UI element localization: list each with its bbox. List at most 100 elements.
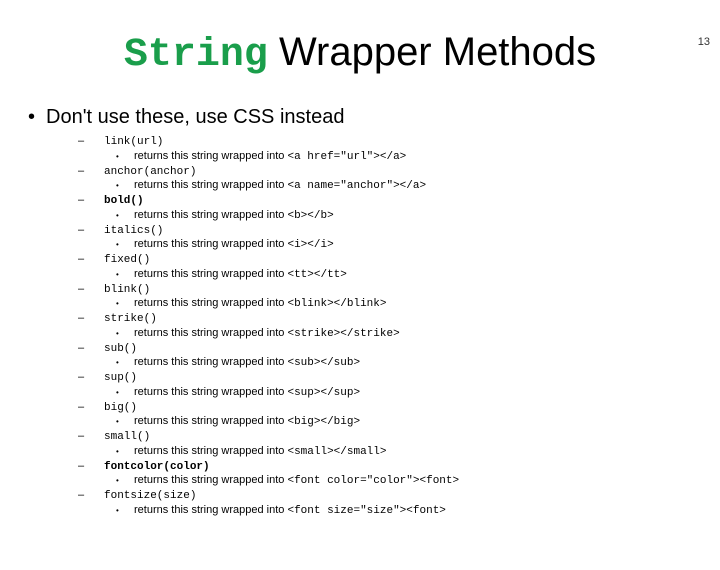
- method-name: fontcolor(color): [104, 461, 210, 475]
- method-desc-row: •returns this string wrapped into <sub><…: [116, 356, 720, 371]
- method-row: –fontcolor(color): [78, 460, 720, 475]
- method-desc-row: •returns this string wrapped into <small…: [116, 445, 720, 460]
- method-tag: <big></big>: [287, 416, 360, 428]
- method-tag: <font size="size"><font>: [287, 505, 445, 517]
- method-desc: returns this string wrapped into <sub></…: [134, 356, 360, 371]
- method-desc: returns this string wrapped into <blink>…: [134, 297, 387, 312]
- method-row: –link(url): [78, 135, 720, 150]
- bullet-level1: •Don't use these, use CSS instead: [28, 106, 720, 129]
- method-desc: returns this string wrapped into <sup></…: [134, 386, 360, 401]
- method-row: –blink(): [78, 283, 720, 298]
- bullet-dot-icon: •: [28, 106, 46, 129]
- method-desc: returns this string wrapped into <i></i>: [134, 238, 334, 253]
- dash-icon: –: [78, 401, 104, 415]
- bullet-text: Don't use these, use CSS instead: [46, 106, 344, 128]
- method-desc-row: •returns this string wrapped into <blink…: [116, 297, 720, 312]
- content-area: •Don't use these, use CSS instead –link(…: [28, 106, 720, 519]
- dash-icon: –: [78, 283, 104, 297]
- method-row: –fontsize(size): [78, 489, 720, 504]
- method-tag: <strike></strike>: [287, 328, 399, 340]
- bullet-small-icon: •: [116, 240, 134, 250]
- dash-icon: –: [78, 430, 104, 444]
- method-name: sup(): [104, 372, 137, 386]
- method-name: anchor(anchor): [104, 166, 196, 180]
- slide-title: String Wrapper Methods: [0, 30, 720, 78]
- method-tag: <sub></sub>: [287, 357, 360, 369]
- dash-icon: –: [78, 194, 104, 208]
- method-desc: returns this string wrapped into <small>…: [134, 445, 387, 460]
- bullet-small-icon: •: [116, 447, 134, 457]
- dash-icon: –: [78, 371, 104, 385]
- dash-icon: –: [78, 224, 104, 238]
- method-tag: <a name="anchor"></a>: [287, 180, 426, 192]
- dash-icon: –: [78, 312, 104, 326]
- method-row: –sup(): [78, 371, 720, 386]
- method-desc: returns this string wrapped into <font c…: [134, 474, 459, 489]
- method-name: blink(): [104, 284, 150, 298]
- method-desc: returns this string wrapped into <a name…: [134, 179, 426, 194]
- method-tag: <font color="color"><font>: [287, 475, 459, 487]
- bullet-small-icon: •: [116, 388, 134, 398]
- title-rest: Wrapper Methods: [268, 30, 596, 74]
- method-tag: <sup></sup>: [287, 387, 360, 399]
- method-name: big(): [104, 402, 137, 416]
- method-desc-row: •returns this string wrapped into <strik…: [116, 327, 720, 342]
- method-name: link(url): [104, 136, 163, 150]
- method-name: small(): [104, 431, 150, 445]
- method-name: fixed(): [104, 254, 150, 268]
- bullet-small-icon: •: [116, 152, 134, 162]
- bullet-small-icon: •: [116, 181, 134, 191]
- title-code: String: [124, 33, 268, 78]
- bullet-small-icon: •: [116, 211, 134, 221]
- page-number: 13: [698, 36, 710, 48]
- method-desc-row: •returns this string wrapped into <sup><…: [116, 386, 720, 401]
- method-desc-row: •returns this string wrapped into <font …: [116, 474, 720, 489]
- bullet-small-icon: •: [116, 329, 134, 339]
- method-desc: returns this string wrapped into <a href…: [134, 150, 406, 165]
- method-row: –anchor(anchor): [78, 165, 720, 180]
- method-tag: <i></i>: [287, 239, 333, 251]
- method-name: strike(): [104, 313, 157, 327]
- method-desc-row: •returns this string wrapped into <big><…: [116, 415, 720, 430]
- method-desc: returns this string wrapped into <b></b>: [134, 209, 334, 224]
- bullet-small-icon: •: [116, 358, 134, 368]
- method-name: bold(): [104, 195, 144, 209]
- method-desc-row: •returns this string wrapped into <i></i…: [116, 238, 720, 253]
- method-tag: <tt></tt>: [287, 269, 346, 281]
- method-row: –sub(): [78, 342, 720, 357]
- dash-icon: –: [78, 342, 104, 356]
- method-name: italics(): [104, 225, 163, 239]
- method-tag: <small></small>: [287, 446, 386, 458]
- method-tag: <b></b>: [287, 210, 333, 222]
- method-desc: returns this string wrapped into <big></…: [134, 415, 360, 430]
- dash-icon: –: [78, 460, 104, 474]
- method-desc: returns this string wrapped into <tt></t…: [134, 268, 347, 283]
- dash-icon: –: [78, 253, 104, 267]
- method-desc-row: •returns this string wrapped into <a nam…: [116, 179, 720, 194]
- method-desc-row: •returns this string wrapped into <b></b…: [116, 209, 720, 224]
- method-row: –big(): [78, 401, 720, 416]
- bullet-small-icon: •: [116, 299, 134, 309]
- bullet-small-icon: •: [116, 270, 134, 280]
- bullet-small-icon: •: [116, 417, 134, 427]
- method-name: fontsize(size): [104, 490, 196, 504]
- method-desc-row: •returns this string wrapped into <tt></…: [116, 268, 720, 283]
- method-desc-row: •returns this string wrapped into <font …: [116, 504, 720, 519]
- dash-icon: –: [78, 489, 104, 503]
- method-tag: <blink></blink>: [287, 298, 386, 310]
- bullet-small-icon: •: [116, 506, 134, 516]
- method-desc: returns this string wrapped into <strike…: [134, 327, 400, 342]
- method-name: sub(): [104, 343, 137, 357]
- method-desc: returns this string wrapped into <font s…: [134, 504, 446, 519]
- dash-icon: –: [78, 135, 104, 149]
- method-row: –bold(): [78, 194, 720, 209]
- method-row: –fixed(): [78, 253, 720, 268]
- method-row: –small(): [78, 430, 720, 445]
- bullet-small-icon: •: [116, 476, 134, 486]
- method-desc-row: •returns this string wrapped into <a hre…: [116, 150, 720, 165]
- dash-icon: –: [78, 165, 104, 179]
- methods-list: –link(url)•returns this string wrapped i…: [78, 135, 720, 519]
- method-tag: <a href="url"></a>: [287, 151, 406, 163]
- method-row: –strike(): [78, 312, 720, 327]
- method-row: –italics(): [78, 224, 720, 239]
